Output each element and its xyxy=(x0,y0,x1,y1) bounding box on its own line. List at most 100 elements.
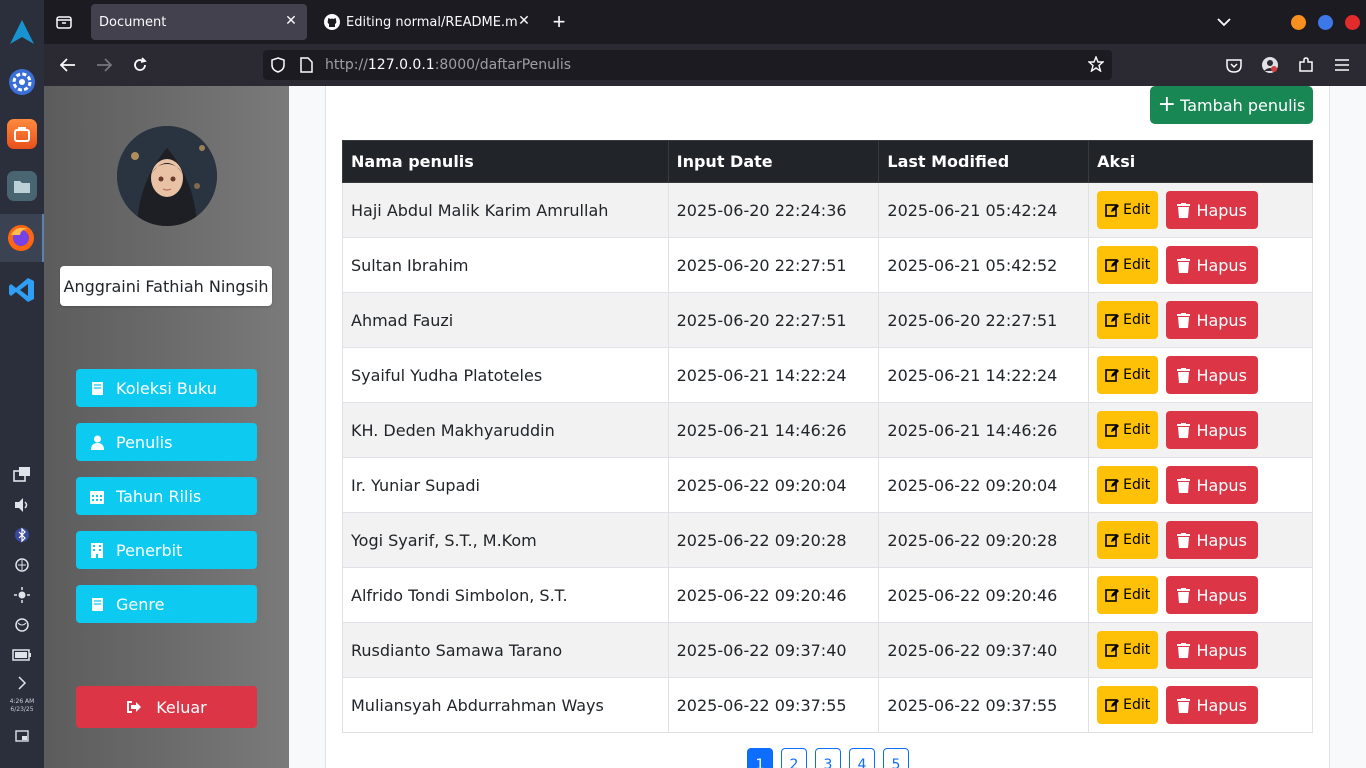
edit-button[interactable]: Edit xyxy=(1097,576,1159,614)
hapus-label: Hapus xyxy=(1196,365,1247,385)
actions-cell: Edit Hapus xyxy=(1088,622,1313,678)
address-bar[interactable]: http://127.0.0.1:8000/daftarPenulis xyxy=(263,50,1112,80)
os-dock: 4:26 AM 6/23/25 xyxy=(0,0,44,768)
last-modified-cell: 2025-06-20 22:27:51 xyxy=(878,292,1090,348)
table-row: Alfrido Tondi Simbolon, S.T. 2025-06-22 0… xyxy=(342,567,1313,623)
nav-genre-label: Genre xyxy=(116,594,165,614)
edit-button[interactable]: Edit xyxy=(1097,686,1159,724)
hapus-button[interactable]: Hapus xyxy=(1166,411,1259,449)
input-date-cell: 2025-06-22 09:20:28 xyxy=(667,512,880,568)
trash-icon xyxy=(1177,202,1191,218)
globe-icon[interactable] xyxy=(0,614,44,636)
files-app-icon[interactable] xyxy=(0,162,44,210)
tambah-penulis-button[interactable]: + Tambah penulis xyxy=(1150,86,1313,124)
window-maximize-button[interactable] xyxy=(1318,15,1333,30)
tab-document-label: Document xyxy=(99,14,167,30)
new-tab-icon[interactable]: + xyxy=(544,7,574,37)
last-modified-cell: 2025-06-22 09:37:55 xyxy=(878,677,1090,733)
table-row: Rusdianto Samawa Tarano 2025-06-22 09:37:… xyxy=(342,622,1313,678)
nav-penerbit-button[interactable]: Penerbit xyxy=(76,531,257,569)
close-tab-icon[interactable]: ✕ xyxy=(516,13,532,29)
edit-button[interactable]: Edit xyxy=(1097,246,1159,284)
menu-hamburger-icon[interactable] xyxy=(1327,50,1357,80)
edit-button[interactable]: Edit xyxy=(1097,411,1159,449)
page-link[interactable]: 1 xyxy=(747,748,773,768)
edit-button[interactable]: Edit xyxy=(1097,466,1159,504)
hapus-button[interactable]: Hapus xyxy=(1166,301,1259,339)
chevron-right-icon[interactable] xyxy=(0,672,44,694)
tab-overview-icon[interactable] xyxy=(49,7,79,37)
nav-genre-button[interactable]: Genre xyxy=(76,585,257,623)
hapus-button[interactable]: Hapus xyxy=(1166,246,1259,284)
network-icon[interactable] xyxy=(0,554,44,576)
nav-penulis-button[interactable]: Penulis xyxy=(76,423,257,461)
edit-icon xyxy=(1105,313,1120,327)
edit-button[interactable]: Edit xyxy=(1097,191,1159,229)
store-app-icon[interactable] xyxy=(0,110,44,158)
page-link[interactable]: 4 xyxy=(849,748,875,768)
url-text[interactable]: http://127.0.0.1:8000/daftarPenulis xyxy=(325,57,571,73)
actions-cell: Edit Hapus xyxy=(1088,677,1313,733)
window-close-button[interactable] xyxy=(1345,15,1360,30)
tab-readme[interactable]: Editing normal/README.m ✕ xyxy=(316,4,540,40)
hapus-button[interactable]: Hapus xyxy=(1166,191,1259,229)
nav-tahun-rilis-button[interactable]: Tahun Rilis xyxy=(76,477,257,515)
input-date-cell: 2025-06-22 09:37:40 xyxy=(667,622,880,678)
table-row: KH. Deden Makhyaruddin 2025-06-21 14:46:2… xyxy=(342,402,1313,458)
list-tabs-chevron-icon[interactable] xyxy=(1209,7,1239,37)
brightness-icon[interactable] xyxy=(0,584,44,606)
logout-button[interactable]: Keluar xyxy=(76,686,257,728)
back-arrow-icon[interactable] xyxy=(53,50,83,80)
edit-icon xyxy=(1105,203,1120,217)
shield-icon[interactable] xyxy=(271,57,285,78)
hapus-button[interactable]: Hapus xyxy=(1166,631,1259,669)
edit-button[interactable]: Edit xyxy=(1097,521,1159,559)
hapus-button[interactable]: Hapus xyxy=(1166,466,1259,504)
hapus-button[interactable]: Hapus xyxy=(1166,576,1259,614)
account-avatar-icon[interactable] xyxy=(1255,50,1285,80)
close-tab-icon[interactable]: ✕ xyxy=(283,13,299,29)
volume-icon[interactable] xyxy=(0,494,44,516)
actions-cell: Edit Hapus xyxy=(1088,512,1313,568)
plus-icon: + xyxy=(1157,92,1177,117)
author-name-cell: Muliansyah Abdurrahman Ways xyxy=(342,677,669,733)
bluetooth-icon[interactable] xyxy=(0,524,44,546)
edit-button[interactable]: Edit xyxy=(1097,301,1159,339)
edit-button[interactable]: Edit xyxy=(1097,356,1159,394)
forward-arrow-icon[interactable] xyxy=(89,50,119,80)
nav-koleksi-buku-button[interactable]: Koleksi Buku xyxy=(76,369,257,407)
bookmark-star-icon[interactable] xyxy=(1087,55,1105,77)
hapus-button[interactable]: Hapus xyxy=(1166,686,1259,724)
page-link[interactable]: 3 xyxy=(815,748,841,768)
tab-document[interactable]: Document ✕ xyxy=(91,4,307,40)
column-header[interactable]: Last Modified xyxy=(878,140,1090,183)
book-icon xyxy=(90,596,104,612)
settings-gear-icon[interactable] xyxy=(0,58,44,106)
reload-icon[interactable] xyxy=(125,50,155,80)
battery-icon[interactable] xyxy=(0,644,44,666)
nav-penulis-label: Penulis xyxy=(116,432,173,452)
show-desktop-icon[interactable] xyxy=(0,726,44,746)
edit-label: Edit xyxy=(1123,477,1151,493)
hapus-button[interactable]: Hapus xyxy=(1166,521,1259,559)
column-header[interactable]: Nama penulis xyxy=(342,140,669,183)
page-link[interactable]: 5 xyxy=(883,748,909,768)
input-date-cell: 2025-06-20 22:24:36 xyxy=(667,182,880,238)
pocket-icon[interactable] xyxy=(1219,50,1249,80)
table-row: Ir. Yuniar Supadi 2025-06-22 09:20:04 2025… xyxy=(342,457,1313,513)
page-info-icon[interactable] xyxy=(299,57,313,78)
window-switch-icon[interactable] xyxy=(0,462,44,486)
vscode-app-icon[interactable] xyxy=(0,266,44,314)
author-name-cell: Alfrido Tondi Simbolon, S.T. xyxy=(342,567,669,623)
window-minimize-button[interactable] xyxy=(1291,15,1306,30)
hapus-button[interactable]: Hapus xyxy=(1166,356,1259,394)
extensions-puzzle-icon[interactable] xyxy=(1291,50,1321,80)
input-date-cell: 2025-06-22 09:37:55 xyxy=(667,677,880,733)
page-link[interactable]: 2 xyxy=(781,748,807,768)
hapus-label: Hapus xyxy=(1196,640,1247,660)
edit-button[interactable]: Edit xyxy=(1097,631,1159,669)
firefox-app-icon[interactable] xyxy=(0,214,44,262)
arch-logo-icon[interactable] xyxy=(0,8,44,56)
column-header[interactable]: Input Date xyxy=(667,140,880,183)
column-header: Aksi xyxy=(1088,140,1313,183)
